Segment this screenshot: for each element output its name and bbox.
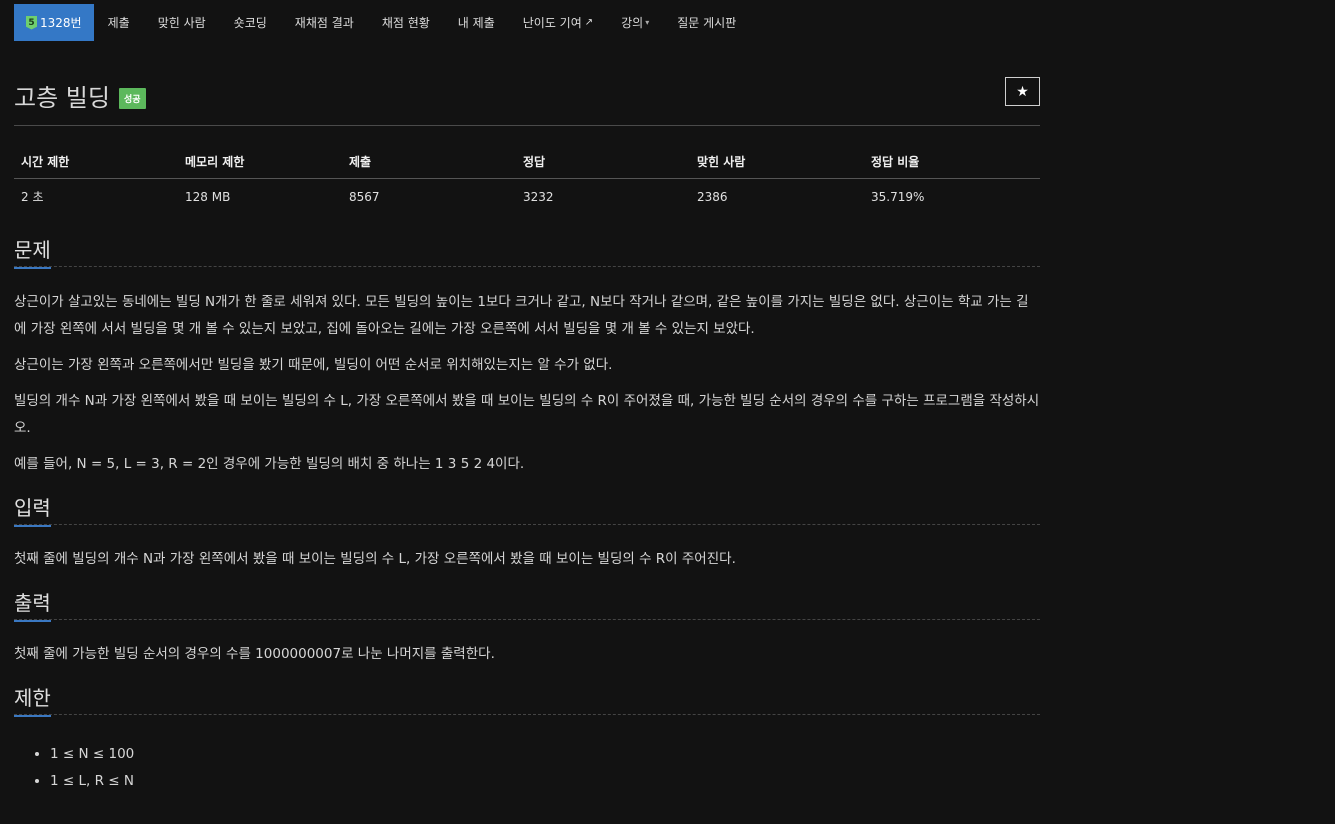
problem-header: 고층 빌딩 성공 ★ — [14, 64, 1040, 126]
problem-title: 고층 빌딩 — [14, 84, 110, 112]
tier-icon: 5 — [26, 15, 37, 30]
header-accepted: 정답 — [516, 145, 690, 179]
section-header: 입력 — [14, 492, 1040, 527]
nav-qna-board[interactable]: 질문 게시판 — [663, 4, 750, 41]
external-link-icon: ↗ — [584, 17, 594, 28]
header-accept-ratio: 정답 비율 — [864, 145, 1040, 179]
section-title: 출력 — [14, 587, 51, 622]
value-accept-ratio: 35.719% — [871, 189, 925, 204]
section-header: 제한 — [14, 682, 1040, 717]
nav-problem-number-label: 1328번 — [40, 16, 82, 30]
section-output: 출력 첫째 줄에 가능한 빌딩 순서의 경우의 수를 1000000007로 나… — [14, 587, 1040, 668]
description-paragraph: 상근이가 살고있는 동네에는 빌딩 N개가 한 줄로 세워져 있다. 모든 빌딩… — [14, 294, 1029, 337]
header-time-limit: 시간 제한 — [14, 145, 178, 179]
header-memory-limit: 메모리 제한 — [178, 145, 342, 179]
nav-problem-number[interactable]: 5 1328번 — [14, 4, 94, 41]
section-description: 문제 상근이가 살고있는 동네에는 빌딩 N개가 한 줄로 세워져 있다. 모든… — [14, 234, 1040, 478]
nav-my-submissions[interactable]: 내 제출 — [444, 4, 509, 41]
table-row: 2 초 128 MB 8567 3232 2386 35.719% — [14, 179, 1040, 213]
status-badge: 성공 — [119, 88, 146, 109]
list-item: 1 ≤ L, R ≤ N — [50, 768, 1040, 795]
value-solved-users: 2386 — [697, 189, 728, 204]
favorite-button[interactable]: ★ — [1005, 77, 1040, 106]
value-accepted: 3232 — [523, 189, 554, 204]
nav-submit[interactable]: 제출 — [94, 4, 144, 41]
description-paragraph: 상근이는 가장 왼쪽과 오른쪽에서만 빌딩을 봤기 때문에, 빌딩이 어떤 순서… — [14, 357, 613, 373]
nav-short-coding[interactable]: 숏코딩 — [220, 4, 281, 41]
header-solved-users: 맞힌 사람 — [690, 145, 864, 179]
section-title: 입력 — [14, 492, 51, 527]
value-submissions: 8567 — [349, 189, 380, 204]
nav-lectures-label: 강의 — [621, 16, 644, 30]
output-text: 첫째 줄에 가능한 빌딩 순서의 경우의 수를 1000000007로 나눈 나… — [14, 646, 495, 662]
nav-rejudge-results[interactable]: 재채점 결과 — [281, 4, 368, 41]
list-item: 1 ≤ N ≤ 100 — [50, 741, 1040, 768]
table-header-row: 시간 제한 메모리 제한 제출 정답 맞힌 사람 정답 비율 — [14, 145, 1040, 179]
input-text: 첫째 줄에 빌딩의 개수 N과 가장 왼쪽에서 봤을 때 보이는 빌딩의 수 L… — [14, 551, 736, 567]
nav-solved-users[interactable]: 맞힌 사람 — [144, 4, 220, 41]
section-title: 제한 — [14, 682, 51, 717]
section-header: 문제 — [14, 234, 1040, 269]
star-icon: ★ — [1016, 83, 1029, 100]
nav-difficulty-label: 난이도 기여 — [522, 16, 582, 30]
nav-difficulty-contribution[interactable]: 난이도 기여 ↗ — [509, 4, 607, 41]
limits-list: 1 ≤ N ≤ 100 1 ≤ L, R ≤ N — [14, 741, 1040, 795]
value-time-limit: 2 초 — [21, 190, 44, 204]
caret-down-icon: ▾ — [645, 18, 650, 27]
problem-info-table: 시간 제한 메모리 제한 제출 정답 맞힌 사람 정답 비율 2 초 128 M… — [14, 145, 1040, 212]
section-input: 입력 첫째 줄에 빌딩의 개수 N과 가장 왼쪽에서 봤을 때 보이는 빌딩의 … — [14, 492, 1040, 573]
description-paragraph: 예를 들어, N = 5, L = 3, R = 2인 경우에 가능한 빌딩의 … — [14, 456, 525, 472]
value-memory-limit: 128 MB — [185, 189, 231, 204]
nav-judge-status[interactable]: 채점 현황 — [368, 4, 444, 41]
nav-lectures[interactable]: 강의 ▾ — [607, 4, 663, 41]
top-nav: 5 1328번 제출 맞힌 사람 숏코딩 재채점 결과 채점 현황 내 제출 난… — [14, 4, 750, 41]
section-header: 출력 — [14, 587, 1040, 622]
section-title: 문제 — [14, 234, 51, 269]
description-body: 상근이가 살고있는 동네에는 빌딩 N개가 한 줄로 세워져 있다. 모든 빌딩… — [14, 289, 1040, 478]
description-paragraph: 빌딩의 개수 N과 가장 왼쪽에서 봤을 때 보이는 빌딩의 수 L, 가장 오… — [14, 393, 1040, 436]
section-limits: 제한 1 ≤ N ≤ 100 1 ≤ L, R ≤ N — [14, 682, 1040, 795]
header-submissions: 제출 — [342, 145, 516, 179]
problem-main: 고층 빌딩 성공 ★ 시간 제한 메모리 제한 제출 정답 맞힌 사람 정답 비… — [14, 64, 1040, 795]
